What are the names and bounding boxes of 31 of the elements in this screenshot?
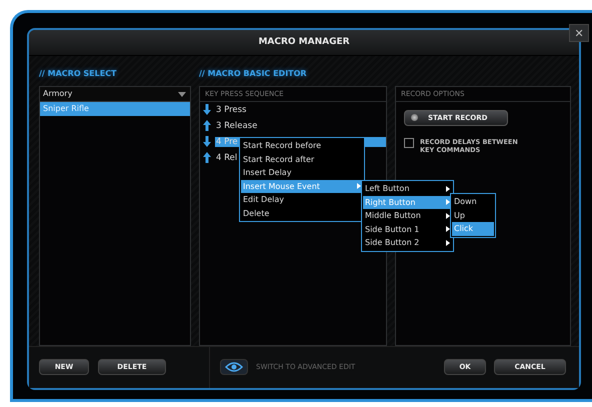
section-heading: // MACRO SELECT — [39, 68, 118, 80]
menu-item[interactable]: Start Record after — [241, 152, 363, 166]
menu-item[interactable]: Left Button — [363, 182, 452, 196]
sequence-item[interactable]: 3 Press — [215, 104, 246, 115]
up-arrow-icon — [203, 120, 211, 132]
menu-item[interactable]: Down — [452, 195, 494, 208]
window-title: MACRO MANAGER — [258, 37, 350, 48]
up-arrow-icon — [203, 152, 211, 164]
menu-item[interactable]: Delete — [241, 206, 363, 220]
menu-item[interactable]: Insert Delay — [241, 166, 363, 180]
submenu-arrow-icon — [446, 226, 450, 232]
checkbox[interactable] — [404, 138, 414, 148]
sequence-item[interactable]: 4 Rel — [215, 152, 238, 163]
sequence-item[interactable]: 3 Release — [215, 120, 258, 131]
macro-group-dropdown[interactable]: Armory — [40, 86, 190, 102]
submenu-arrow-icon — [446, 186, 450, 192]
menu-item[interactable]: Side Button 2 — [363, 236, 452, 250]
menu-item[interactable]: Start Record before — [241, 139, 363, 152]
submenu-arrow-icon — [446, 199, 450, 206]
menu-item[interactable]: Edit Delay — [241, 193, 363, 206]
down-arrow-icon — [203, 104, 211, 116]
menu-item[interactable]: Side Button 1 — [363, 222, 452, 236]
down-arrow-icon — [203, 136, 211, 148]
submenu-arrow-icon — [446, 212, 450, 219]
menu-item[interactable]: Up — [452, 208, 494, 222]
eye-button[interactable] — [220, 359, 248, 376]
close-button[interactable]: ✕ — [569, 24, 589, 42]
section-heading: // MACRO BASIC EDITOR — [199, 68, 308, 80]
submenu-arrow-icon — [446, 240, 450, 246]
menu-item[interactable]: Middle Button — [363, 209, 452, 222]
submenu-arrow-icon — [357, 183, 361, 190]
